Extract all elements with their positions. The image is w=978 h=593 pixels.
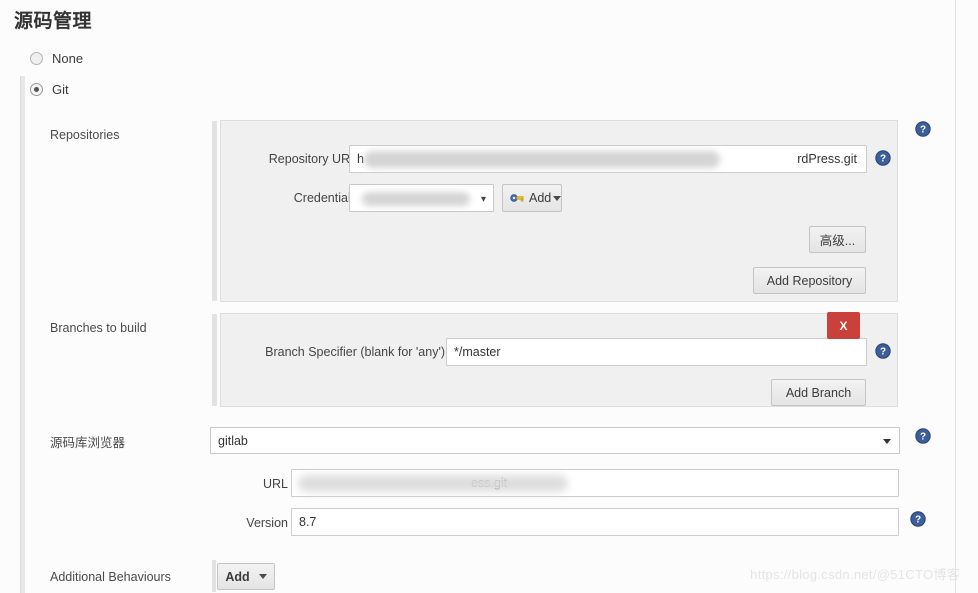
additional-behaviours-label: Additional Behaviours xyxy=(50,570,171,584)
credentials-label: Credentials xyxy=(293,191,357,205)
content-right-rule xyxy=(955,0,956,593)
branch-specifier-input[interactable]: */master xyxy=(446,338,867,366)
svg-text:?: ? xyxy=(920,432,926,443)
repository-url-redaction xyxy=(364,151,720,168)
advanced-button[interactable]: 高级... xyxy=(809,226,866,253)
radio-git-indicator[interactable] xyxy=(30,83,43,96)
repo-browser-url-input[interactable]: ess.git xyxy=(291,469,899,497)
repositories-label: Repositories xyxy=(50,128,120,142)
branches-to-build-label: Branches to build xyxy=(50,321,147,335)
repo-browser-url-label: URL xyxy=(262,477,288,491)
add-branch-button[interactable]: Add Branch xyxy=(771,379,866,406)
radio-option-git[interactable]: Git xyxy=(30,82,69,97)
svg-text:?: ? xyxy=(920,125,926,136)
repositories-section-help-icon[interactable]: ? xyxy=(915,121,931,137)
repository-url-label: Repository URL xyxy=(268,152,357,166)
branch-specifier-help-icon[interactable]: ? xyxy=(875,343,891,359)
svg-text:?: ? xyxy=(915,515,921,526)
repository-url-prefix: h xyxy=(357,152,364,166)
add-branch-label: Add Branch xyxy=(785,385,852,400)
credentials-redaction xyxy=(362,192,470,206)
add-repository-button[interactable]: Add Repository xyxy=(753,267,866,294)
add-behaviour-caret-icon xyxy=(258,574,267,579)
add-credentials-button[interactable]: Add xyxy=(502,184,562,212)
repo-browser-version-input[interactable]: 8.7 xyxy=(291,508,899,536)
repository-url-suffix: rdPress.git xyxy=(797,152,857,166)
repositories-panel: Repository URL h rdPress.git Credentials… xyxy=(212,120,898,302)
additional-behaviours-rail xyxy=(212,560,216,592)
branch-specifier-value: */master xyxy=(454,345,501,359)
repo-browser-selected-value: gitlab xyxy=(218,433,248,448)
repo-browser-version-value: 8.7 xyxy=(299,515,317,529)
branches-panel: Branch Specifier (blank for 'any') */mas… xyxy=(212,313,898,407)
delete-branch-label: X xyxy=(839,318,848,333)
repo-browser-url-redaction xyxy=(298,475,568,492)
add-repository-label: Add Repository xyxy=(766,273,853,288)
scm-config-page: 源码管理 None Git Repositories Repository UR… xyxy=(0,0,978,593)
repo-browser-version-help-icon[interactable]: ? xyxy=(910,511,926,527)
repository-url-help-icon[interactable]: ? xyxy=(875,150,891,166)
svg-text:?: ? xyxy=(880,154,886,165)
add-credentials-caret-icon xyxy=(553,195,562,201)
delete-branch-button[interactable]: X xyxy=(827,312,860,339)
add-behaviour-label: Add xyxy=(225,569,250,584)
add-credentials-label: Add xyxy=(529,191,552,205)
watermark: https://blog.csdn.net/@51CTO博客 xyxy=(750,567,960,582)
repo-browser-label: 源码库浏览器 xyxy=(50,436,126,450)
chevron-down-icon: ▾ xyxy=(480,194,486,205)
key-icon xyxy=(510,192,524,204)
page-title: 源码管理 xyxy=(14,11,93,32)
repo-browser-help-icon[interactable]: ? xyxy=(915,428,931,444)
radio-none-indicator[interactable] xyxy=(30,52,43,65)
repository-url-input[interactable]: h rdPress.git xyxy=(349,145,867,173)
advanced-button-label: 高级... xyxy=(819,234,856,248)
radio-none-label: None xyxy=(52,51,84,66)
repo-browser-select[interactable]: gitlab xyxy=(210,427,900,454)
svg-text:?: ? xyxy=(880,347,886,358)
radio-option-none[interactable]: None xyxy=(30,51,83,66)
section-left-rail xyxy=(20,76,25,593)
radio-git-label: Git xyxy=(52,82,69,97)
add-behaviour-button[interactable]: Add xyxy=(217,563,275,590)
credentials-select[interactable]: ▾ xyxy=(349,184,494,212)
branch-specifier-label: Branch Specifier (blank for 'any') xyxy=(265,345,445,359)
chevron-down-icon xyxy=(883,438,891,444)
repo-browser-version-label: Version xyxy=(246,516,288,530)
